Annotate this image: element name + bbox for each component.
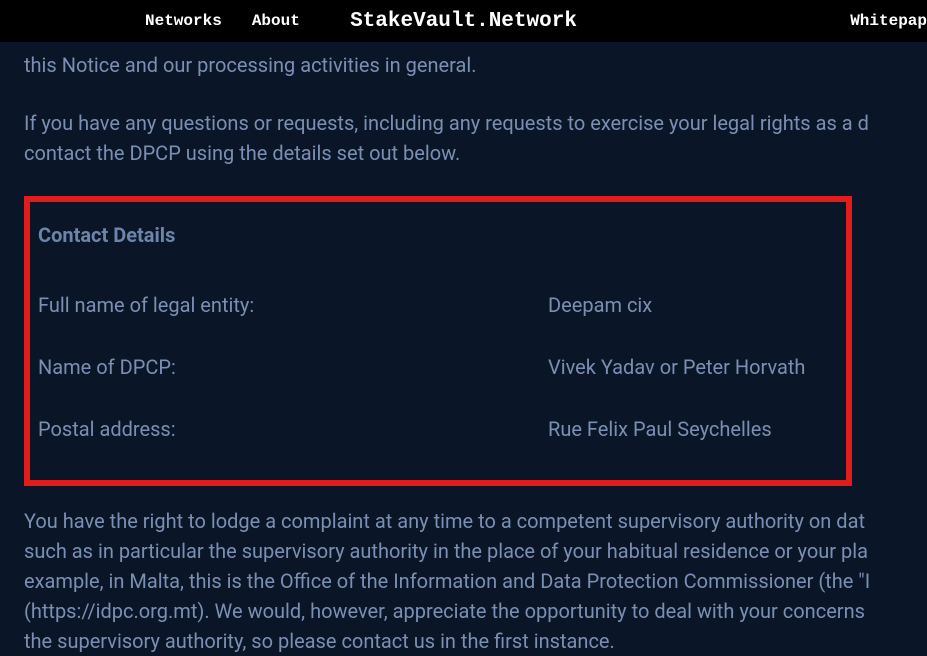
contact-value-entity: Deepam cix	[548, 290, 652, 320]
contact-row-entity: Full name of legal entity: Deepam cix	[38, 290, 838, 320]
main-content: this Notice and our processing activitie…	[0, 50, 927, 656]
contact-value-dpcp: Vivek Yadav or Peter Horvath	[548, 352, 805, 382]
para-complaint-line1: You have the right to lodge a complaint …	[24, 506, 903, 536]
para-complaint-line3: example, in Malta, this is the Office of…	[24, 566, 903, 596]
contact-details-heading: Contact Details	[38, 220, 838, 250]
paragraph-complaint: You have the right to lodge a complaint …	[24, 506, 903, 656]
para-complaint-line4: (https://idpc.org.mt). We would, however…	[24, 596, 903, 626]
nav-networks[interactable]: Networks	[145, 12, 222, 30]
para-complaint-line5: the supervisory authority, so please con…	[24, 626, 903, 656]
paragraph-top: this Notice and our processing activitie…	[24, 50, 903, 80]
nav-left: Networks About	[145, 12, 300, 30]
nav-whitepaper[interactable]: Whitepap	[850, 12, 927, 30]
brand-title: StakeVault.Network	[350, 10, 577, 33]
contact-row-dpcp: Name of DPCP: Vivek Yadav or Peter Horva…	[38, 352, 838, 382]
paragraph-questions: If you have any questions or requests, i…	[24, 108, 903, 168]
contact-value-address: Rue Felix Paul Seychelles	[548, 414, 772, 444]
contact-label-dpcp: Name of DPCP:	[38, 352, 548, 382]
top-header: Networks About StakeVault.Network Whitep…	[0, 0, 927, 42]
contact-label-address: Postal address:	[38, 414, 548, 444]
para-questions-line1: If you have any questions or requests, i…	[24, 111, 869, 135]
contact-details-box: Contact Details Full name of legal entit…	[24, 196, 852, 486]
contact-label-entity: Full name of legal entity:	[38, 290, 548, 320]
para-complaint-line2: such as in particular the supervisory au…	[24, 536, 903, 566]
para-questions-line2: contact the DPCP using the details set o…	[24, 138, 903, 168]
contact-row-address: Postal address: Rue Felix Paul Seychelle…	[38, 414, 838, 444]
nav-about[interactable]: About	[252, 12, 300, 30]
